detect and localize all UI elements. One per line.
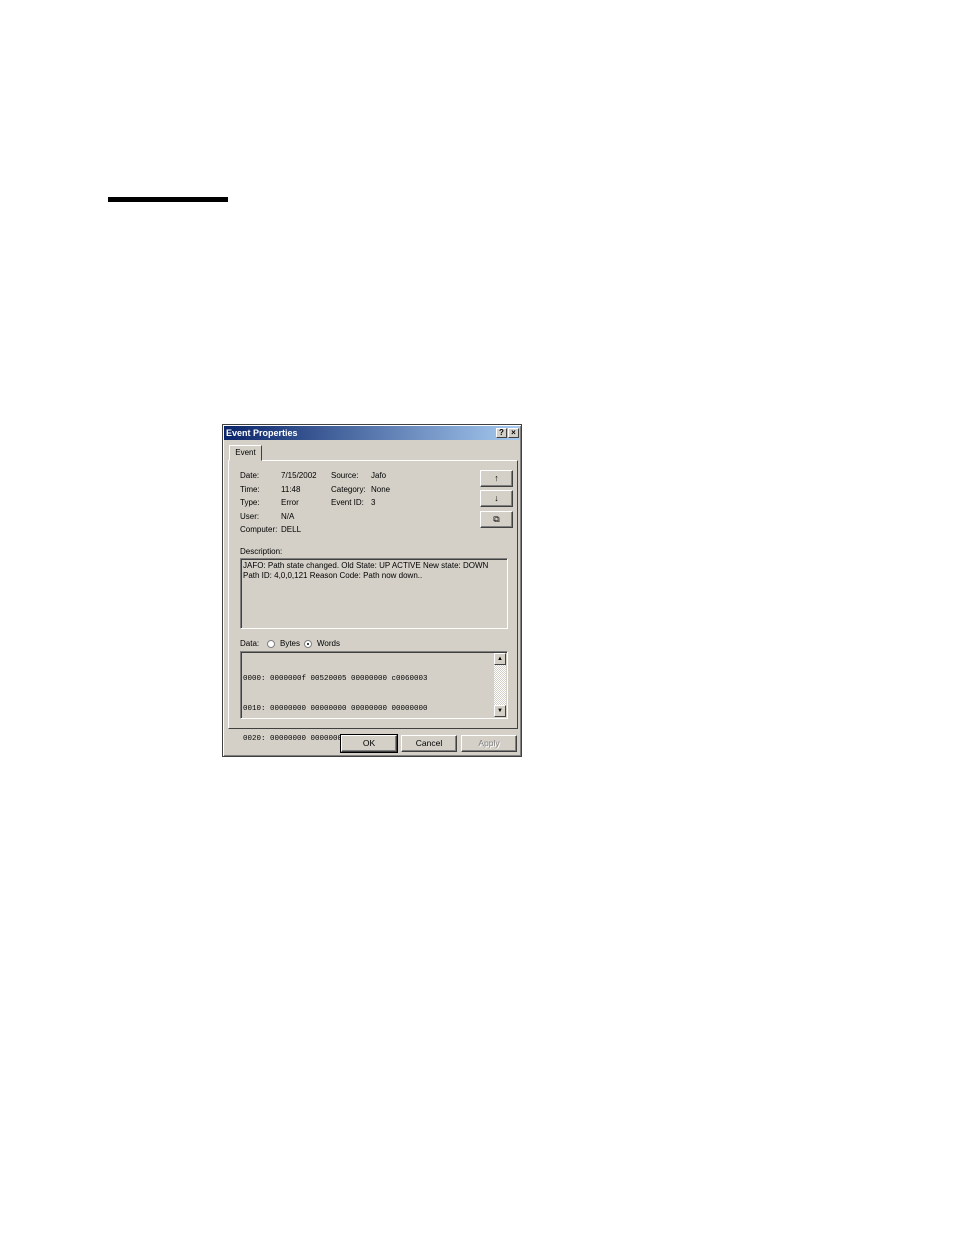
tab-event[interactable]: Event xyxy=(229,445,262,461)
scroll-down-icon[interactable]: ▼ xyxy=(494,705,506,717)
help-button[interactable]: ? xyxy=(496,428,507,438)
description-textbox[interactable]: JAFO: Path state changed. Old State: UP … xyxy=(240,558,508,629)
next-event-button[interactable]: ↓ xyxy=(480,490,513,507)
category-label: Category: xyxy=(331,485,366,494)
event-id-value: 3 xyxy=(371,498,376,507)
time-label: Time: xyxy=(240,485,260,494)
hex-line: 0020: 00000000 00000000 xyxy=(243,735,347,743)
vertical-scrollbar[interactable]: ▲ ▼ xyxy=(494,653,506,717)
data-hex-textbox[interactable]: 0000: 0000000f 00520005 00000000 c006000… xyxy=(240,651,508,743)
dialog-title: Event Properties xyxy=(226,428,298,438)
scroll-up-icon[interactable]: ▲ xyxy=(494,653,506,665)
event-tab-panel: Date: 7/15/2002 Time: 11:48 Type: Error … xyxy=(228,460,518,743)
hex-line: 0010: 00000000 00000000 00000000 0000000… xyxy=(243,705,428,713)
description-label: Description: xyxy=(240,547,283,556)
category-value: None xyxy=(371,485,391,494)
event-id-label: Event ID: xyxy=(331,498,364,507)
computer-value: DELL xyxy=(281,525,302,534)
hex-dump: 0000: 0000000f 00520005 00000000 c006000… xyxy=(243,654,428,764)
words-radio-label: Words xyxy=(317,639,340,648)
computer-label: Computer: xyxy=(240,525,278,534)
copy-button[interactable]: ⧉ xyxy=(480,511,513,528)
type-label: Type: xyxy=(240,498,260,507)
date-label: Date: xyxy=(240,471,260,480)
bytes-radio-label: Bytes xyxy=(280,639,301,648)
page-section-rule xyxy=(108,197,228,202)
type-value: Error xyxy=(281,498,299,507)
words-radio[interactable] xyxy=(304,640,312,648)
bytes-radio[interactable] xyxy=(267,640,275,648)
date-value: 7/15/2002 xyxy=(281,471,317,480)
time-value: 11:48 xyxy=(281,485,301,494)
cancel-button[interactable]: Cancel xyxy=(401,735,457,752)
source-value: Jafo xyxy=(371,471,387,480)
copy-icon: ⧉ xyxy=(493,514,500,524)
ok-button[interactable]: OK xyxy=(340,734,398,753)
data-label: Data: xyxy=(240,639,260,648)
previous-event-button[interactable]: ↑ xyxy=(480,470,513,487)
dialog-titlebar[interactable]: Event Properties ? × xyxy=(224,426,520,440)
user-value: N/A xyxy=(281,512,295,521)
source-label: Source: xyxy=(331,471,359,480)
arrow-down-icon: ↓ xyxy=(494,493,499,503)
apply-button[interactable]: Apply xyxy=(461,735,517,752)
close-button[interactable]: × xyxy=(508,428,519,438)
user-label: User: xyxy=(240,512,260,521)
description-line: Path ID: 4,0,0,121 Reason Code: Path now… xyxy=(243,571,423,580)
event-properties-dialog: Event Properties ? × Date: 7/15/2002 Tim… xyxy=(222,424,522,757)
arrow-up-icon: ↑ xyxy=(494,473,499,483)
hex-line: 0000: 0000000f 00520005 00000000 c006000… xyxy=(243,675,428,683)
description-line: JAFO: Path state changed. Old State: UP … xyxy=(243,561,489,570)
description-text: JAFO: Path state changed. Old State: UP … xyxy=(243,561,488,581)
